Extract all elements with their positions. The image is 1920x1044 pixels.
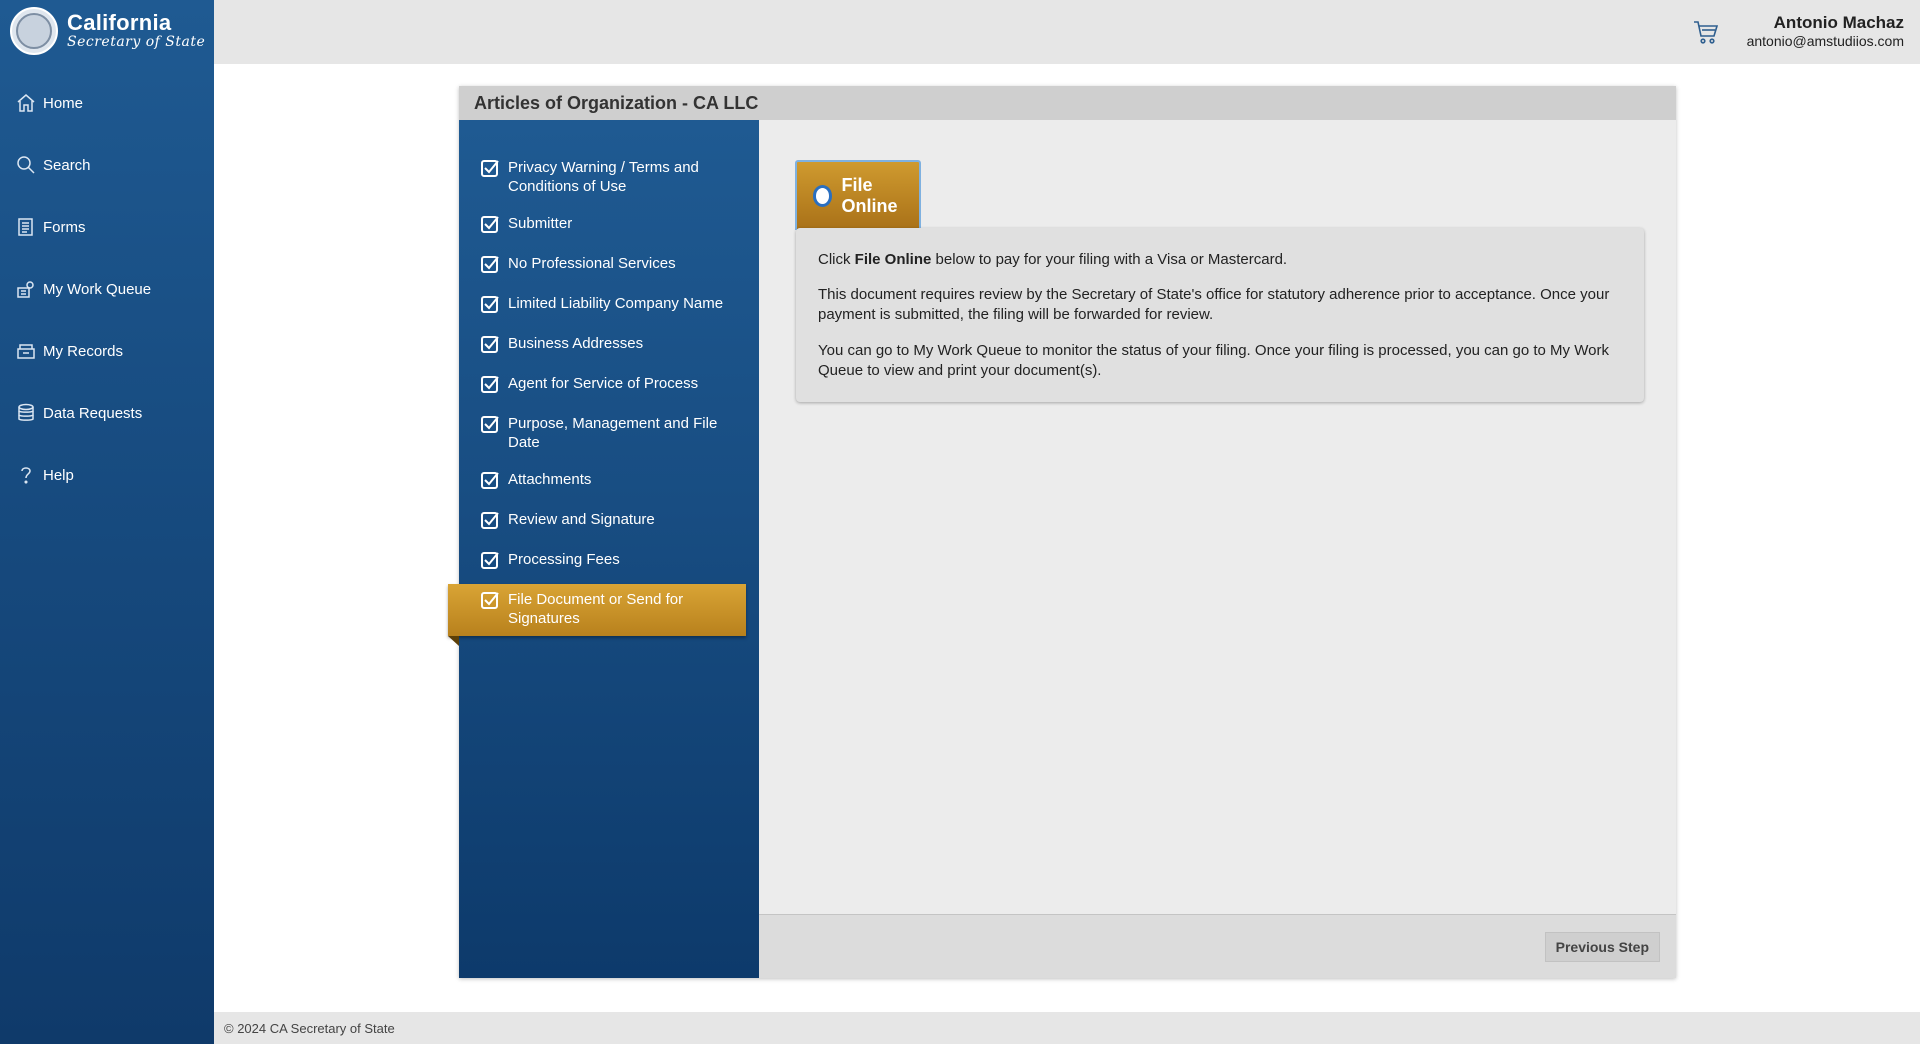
nav-label: Data Requests (43, 404, 143, 422)
copyright-text: © 2024 CA Secretary of State (224, 1020, 395, 1036)
checkbox-checked-icon (480, 470, 502, 492)
checkbox-checked-icon (480, 334, 502, 356)
nav-item-work-queue[interactable]: My Work Queue (0, 258, 214, 320)
nav-label: Help (43, 466, 74, 484)
checkbox-checked-icon (480, 590, 502, 612)
steps-sidebar: Privacy Warning / Terms and Conditions o… (448, 120, 759, 978)
nav-item-records[interactable]: My Records (0, 320, 214, 382)
checkbox-checked-icon (480, 374, 502, 396)
nav-item-forms[interactable]: Forms (0, 196, 214, 258)
step-label: Review and Signature (508, 511, 655, 528)
step-label: Processing Fees (508, 551, 620, 568)
step-item-purpose-management[interactable]: Purpose, Management and File Date (459, 414, 759, 452)
step-label: Submitter (508, 215, 573, 232)
step-content: File Online Click File Online below to p… (759, 120, 1676, 978)
nav-item-help[interactable]: Help (0, 444, 214, 506)
checkbox-checked-icon (480, 294, 502, 316)
checkbox-checked-icon (480, 550, 502, 572)
user-account[interactable]: Antonio Machaz antonio@amstudiios.com (1747, 13, 1904, 49)
nav-item-home[interactable]: Home (0, 72, 214, 134)
info-paragraph-payment: Click File Online below to pay for your … (818, 251, 1288, 268)
step-label: File Document or Send for Signatures (508, 591, 684, 627)
file-online-label: File Online (841, 175, 898, 216)
checkbox-checked-icon (480, 158, 502, 180)
step-item-privacy-warning[interactable]: Privacy Warning / Terms and Conditions o… (459, 158, 759, 196)
main-sidebar: California Secretary of State Home Searc… (0, 0, 214, 1044)
checkbox-checked-icon (480, 214, 502, 236)
step-list: Privacy Warning / Terms and Conditions o… (448, 120, 759, 646)
panel-title: Articles of Organization - CA LLC (474, 92, 759, 113)
radio-button-icon[interactable] (813, 185, 833, 207)
forms-icon (16, 217, 36, 237)
page-footer: © 2024 CA Secretary of State (214, 1012, 1920, 1044)
step-item-no-professional-services[interactable]: No Professional Services (459, 254, 759, 276)
home-icon (16, 93, 36, 113)
records-icon (16, 341, 36, 361)
brand-logo[interactable]: California Secretary of State (0, 0, 214, 62)
state-seal-icon (10, 7, 58, 55)
filing-panel: Articles of Organization - CA LLC Privac… (448, 86, 1676, 978)
step-label: Attachments (508, 471, 592, 488)
step-label: No Professional Services (508, 255, 676, 272)
file-online-info: Click File Online below to pay for your … (796, 228, 1644, 402)
file-online-option[interactable]: File Online (795, 160, 921, 230)
checkbox-checked-icon (480, 414, 502, 436)
cart-icon[interactable] (1692, 18, 1720, 46)
work-queue-icon (16, 279, 36, 299)
previous-step-button[interactable]: Previous Step (1544, 932, 1660, 962)
step-item-review-signature[interactable]: Review and Signature (459, 510, 759, 532)
step-item-llc-name[interactable]: Limited Liability Company Name (459, 294, 759, 316)
help-icon (16, 465, 36, 485)
info-paragraph-work-queue: You can go to My Work Queue to monitor t… (818, 342, 1609, 379)
user-email: antonio@amstudiios.com (1746, 32, 1904, 49)
info-paragraph-review: This document requires review by the Sec… (818, 286, 1610, 323)
nav-label: Home (43, 94, 84, 112)
database-icon (16, 403, 36, 423)
step-item-business-addresses[interactable]: Business Addresses (459, 334, 759, 356)
nav-label: My Records (43, 342, 124, 360)
step-label: Business Addresses (508, 335, 644, 352)
step-item-agent-for-service[interactable]: Agent for Service of Process (459, 374, 759, 396)
step-item-file-document[interactable]: File Document or Send for Signatures (448, 584, 746, 646)
nav-item-data-requests[interactable]: Data Requests (0, 382, 214, 444)
brand-title: California (67, 10, 172, 36)
search-icon (16, 155, 36, 175)
step-item-attachments[interactable]: Attachments (459, 470, 759, 492)
nav-item-search[interactable]: Search (0, 134, 214, 196)
checkbox-checked-icon (480, 510, 502, 532)
nav-label: My Work Queue (43, 280, 152, 298)
checkbox-checked-icon (480, 254, 502, 276)
nav-label: Search (43, 156, 91, 174)
step-label: Purpose, Management and File Date (508, 415, 718, 451)
step-label: Privacy Warning / Terms and Conditions o… (508, 159, 699, 195)
file-online-emphasis: File Online (854, 251, 932, 268)
user-name: Antonio Machaz (1773, 13, 1904, 32)
step-item-processing-fees[interactable]: Processing Fees (459, 550, 759, 572)
action-bar: Previous Step (759, 914, 1676, 978)
top-header: Antonio Machaz antonio@amstudiios.com (214, 0, 1920, 64)
step-label: Agent for Service of Process (508, 375, 699, 392)
brand-subtitle: Secretary of State (67, 34, 206, 51)
step-label: Limited Liability Company Name (508, 295, 724, 312)
panel-header: Articles of Organization - CA LLC (459, 86, 1676, 120)
nav-label: Forms (43, 218, 86, 236)
step-item-submitter[interactable]: Submitter (459, 214, 759, 236)
main-nav: Home Search Forms My Work Queue My Recor… (0, 72, 214, 506)
